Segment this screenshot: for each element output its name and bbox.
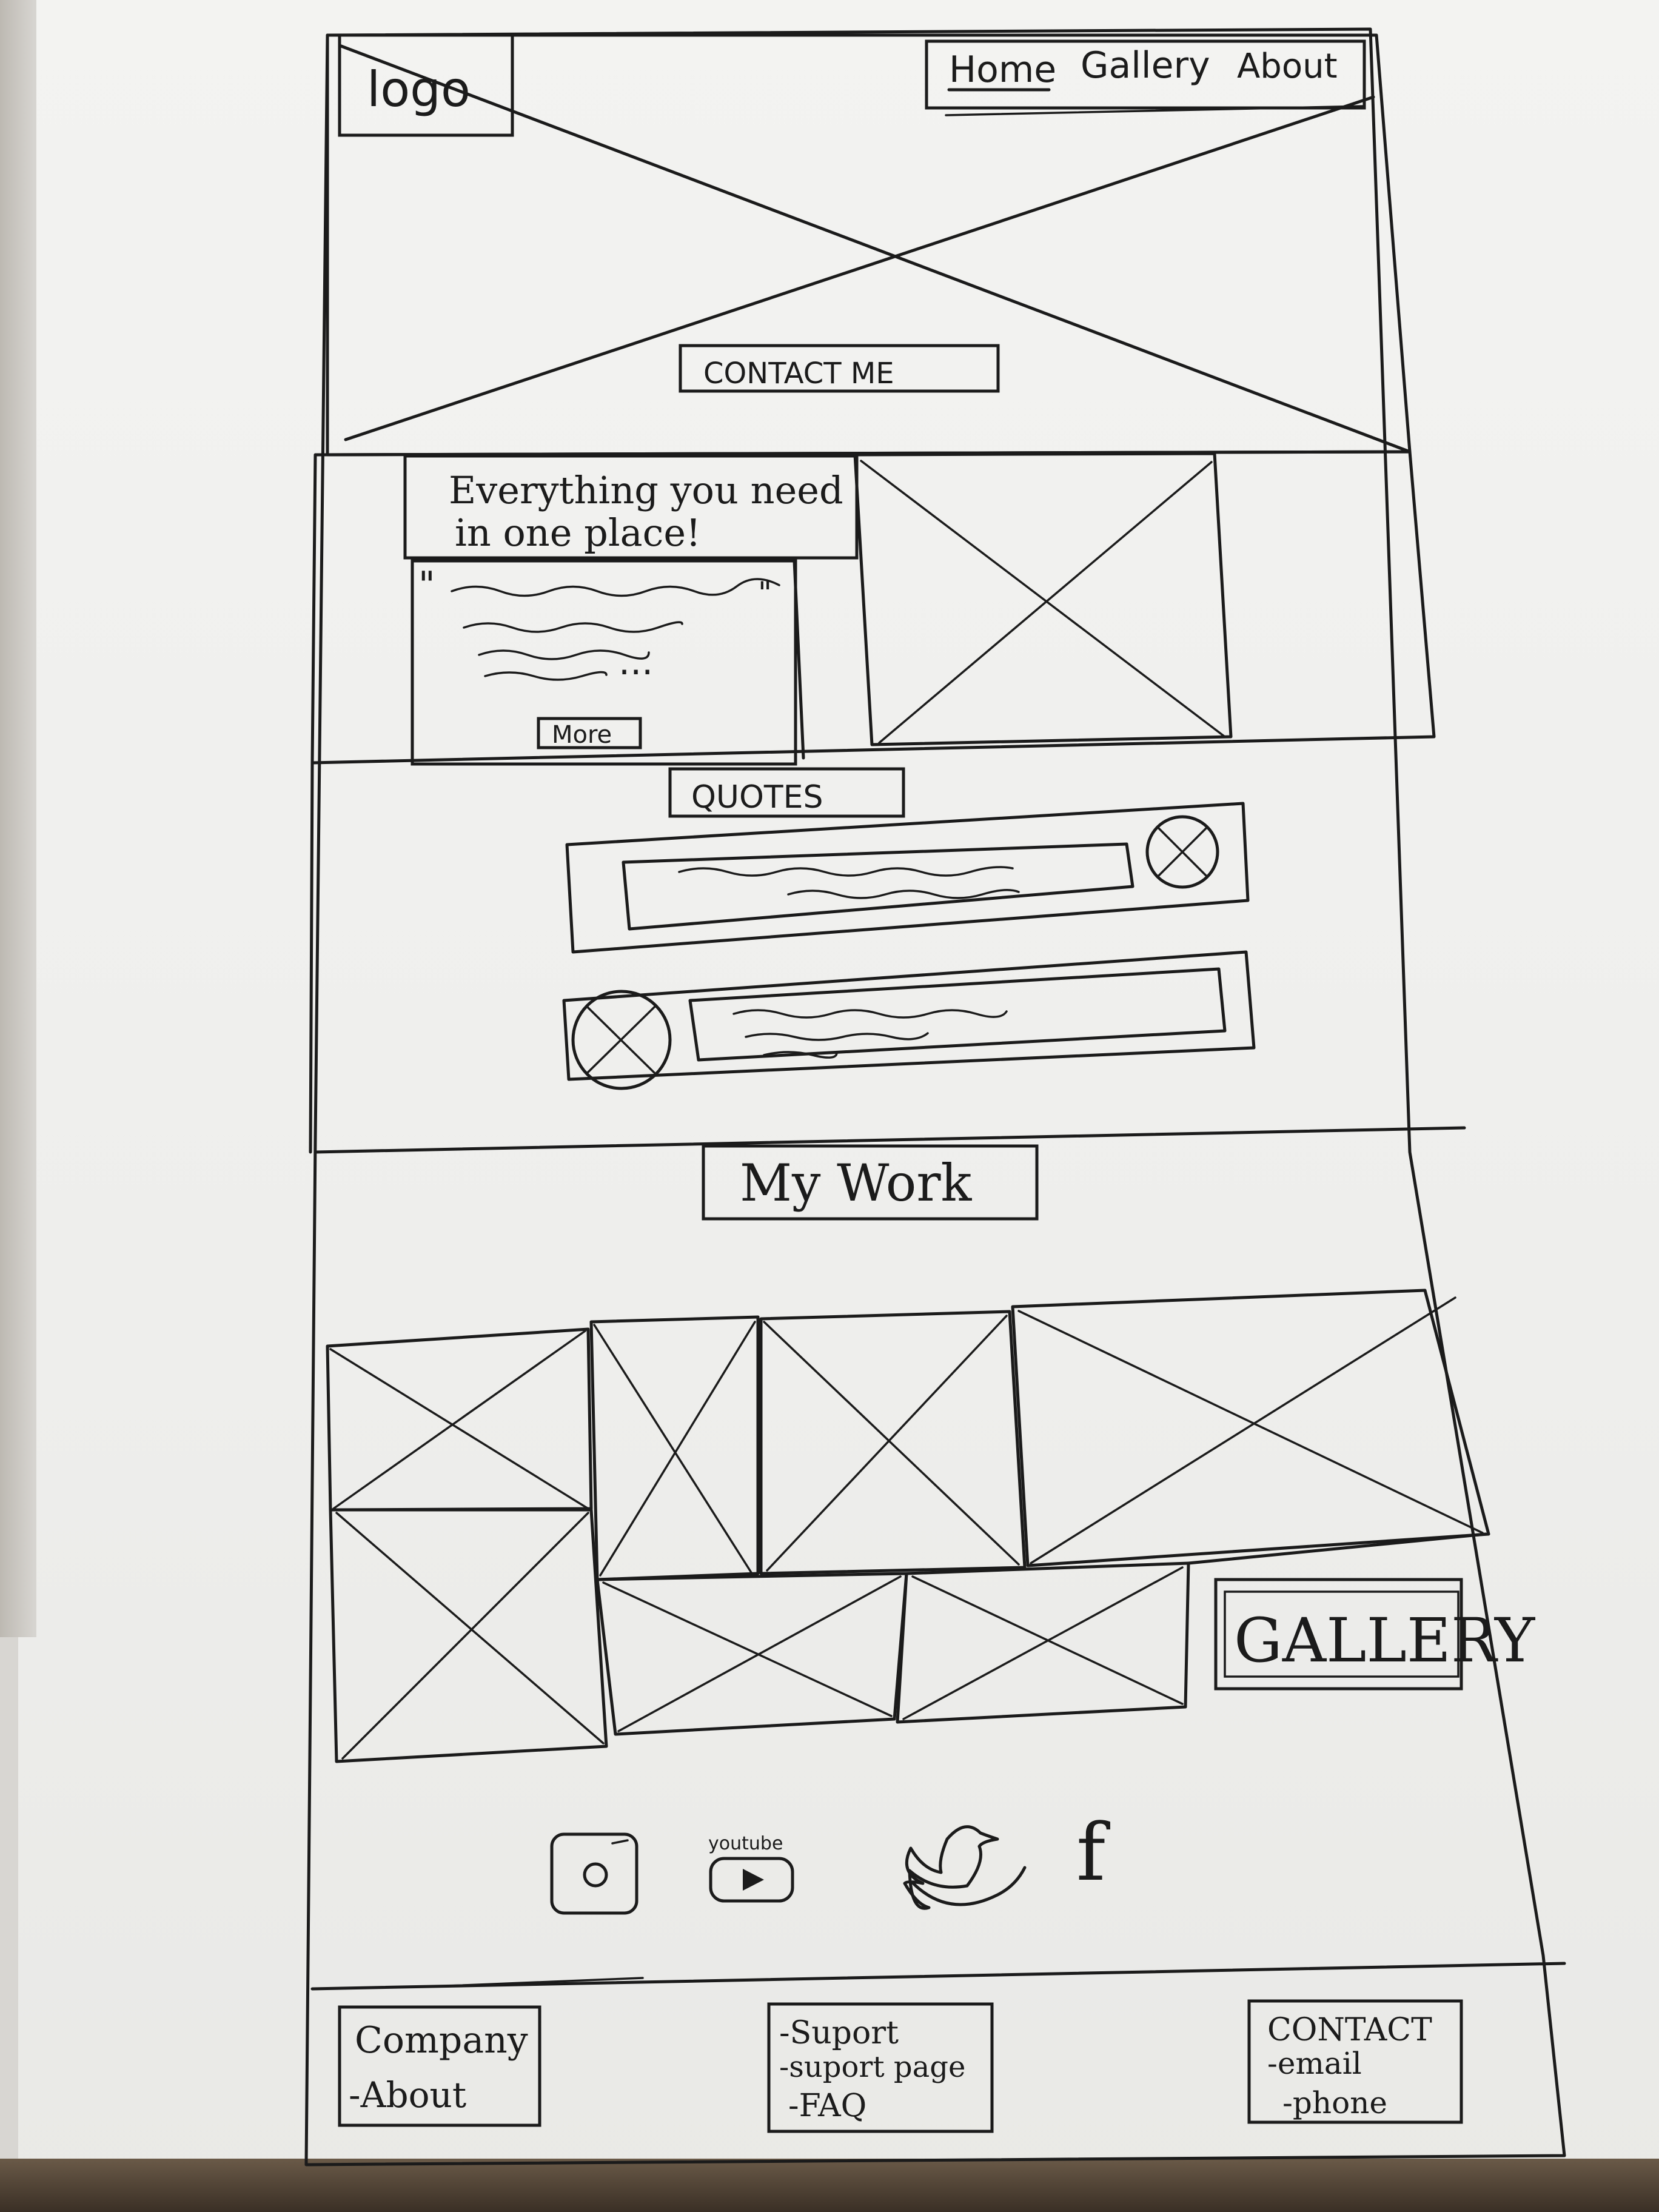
intro-headline: Everything you need in one place! — [403, 454, 859, 560]
nav-home[interactable]: Home — [949, 49, 1056, 91]
nav-about[interactable]: About — [1237, 47, 1338, 86]
footer-column-company: Company -About — [338, 2005, 541, 2127]
wireframe-sketch: logo Home Gallery About CONTACT ME Every… — [304, 27, 1566, 2167]
svg-text:": " — [418, 564, 435, 606]
footer-support-title[interactable]: -Suport — [779, 2015, 899, 2051]
work-section: My Work GALLERY — [326, 1144, 1535, 1763]
gallery-image — [589, 1315, 760, 1581]
quotes-section: QUOTES — [309, 761, 1466, 1154]
svg-text:Everything you need: Everything you need — [449, 468, 843, 512]
footer-link-faq[interactable]: -FAQ — [788, 2088, 866, 2124]
avatar — [571, 990, 672, 1090]
footer-link-phone[interactable]: -phone — [1282, 2085, 1387, 2120]
svg-text:f: f — [1076, 1806, 1110, 1899]
svg-text:More: More — [552, 721, 612, 749]
footer-column-contact: CONTACT -email -phone — [1247, 1999, 1463, 2124]
footer-contact-title: CONTACT — [1267, 2012, 1432, 2048]
nav-gallery[interactable]: Gallery — [1081, 44, 1210, 87]
social-section: youtube f — [550, 1806, 1110, 1915]
gallery-image — [329, 1508, 608, 1763]
page-frame — [304, 27, 1566, 2167]
intro-section: Everything you need in one place! " " ..… — [310, 450, 1436, 766]
gallery-image — [896, 1561, 1190, 1724]
footer-link-email[interactable]: -email — [1267, 2046, 1362, 2081]
main-nav: Home Gallery About — [925, 39, 1366, 116]
facebook-icon[interactable]: f — [1076, 1806, 1110, 1899]
svg-text:...: ... — [618, 641, 653, 683]
intro-text-block: " " ... More — [411, 559, 805, 766]
youtube-icon[interactable]: youtube — [708, 1833, 794, 1903]
gallery-image — [1011, 1289, 1490, 1567]
logo[interactable]: logo — [338, 33, 514, 137]
gallery-image — [326, 1327, 593, 1512]
svg-text:GALLERY: GALLERY — [1234, 1605, 1535, 1676]
twitter-icon[interactable] — [903, 1825, 1027, 1910]
instagram-icon[interactable] — [550, 1832, 638, 1915]
svg-text:My Work: My Work — [740, 1153, 973, 1213]
footer-link-support-page[interactable]: -suport page — [779, 2050, 965, 2084]
gallery-image — [595, 1572, 908, 1736]
footer-link-about[interactable]: -About — [349, 2074, 466, 2116]
svg-text:youtube: youtube — [708, 1833, 783, 1854]
svg-text:QUOTES: QUOTES — [691, 779, 823, 816]
intro-image-placeholder — [853, 452, 1233, 746]
gallery-button[interactable]: GALLERY — [1214, 1578, 1535, 1691]
avatar — [1145, 815, 1219, 889]
quote-card — [565, 802, 1250, 954]
footer-company-title: Company — [355, 2019, 528, 2062]
footer-column-support: -Suport -suport page -FAQ — [767, 2002, 994, 2133]
quote-card — [562, 950, 1256, 1090]
svg-text:CONTACT ME: CONTACT ME — [703, 357, 894, 390]
footer: Company -About -Suport -suport page -FAQ… — [310, 1962, 1566, 2133]
contact-me-button[interactable]: CONTACT ME — [679, 344, 1000, 393]
quotes-title: QUOTES — [668, 767, 905, 818]
more-button[interactable]: More — [537, 717, 642, 749]
svg-text:logo: logo — [367, 61, 471, 118]
gallery-image — [759, 1310, 1027, 1575]
svg-text:in one place!: in one place! — [455, 511, 701, 555]
work-title: My Work — [702, 1144, 1039, 1221]
hero-section: logo Home Gallery About CONTACT ME — [326, 33, 1412, 457]
